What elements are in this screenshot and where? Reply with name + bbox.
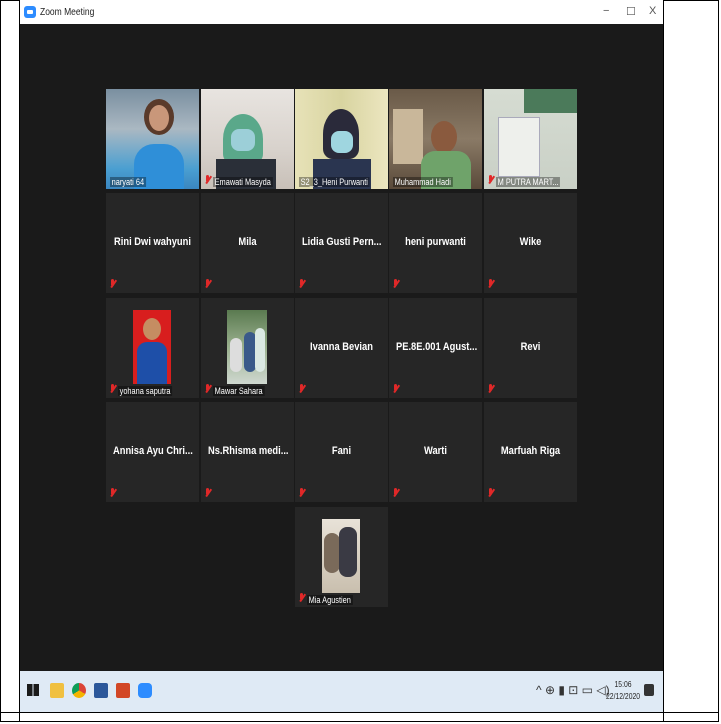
participant-tile[interactable]: Ivanna Bevian [295, 298, 388, 398]
participant-tile-video[interactable]: S2_3_Heni Purwanti [295, 89, 388, 189]
file-explorer-icon[interactable] [50, 683, 64, 698]
muted-mic-icon [110, 384, 116, 395]
window-title: Zoom Meeting [40, 6, 95, 18]
participant-tile-video[interactable]: Muhammad Hadi [389, 89, 482, 189]
participant-name: PE.8E.001 Agust... [395, 341, 478, 353]
muted-mic-icon [488, 384, 494, 395]
participant-name: Fani [331, 445, 352, 457]
muted-mic-icon [393, 488, 399, 499]
participant-name: M PUTRA MART... [496, 177, 561, 187]
clock[interactable]: 15:06 22/12/2020 [606, 679, 640, 703]
muted-mic-icon [110, 488, 116, 499]
system-tray-icons[interactable]: ^ ⊕ ▮ ⊡ ▭ ◁) [536, 683, 610, 697]
muted-mic-icon [205, 384, 211, 395]
frame-right-rule [663, 0, 664, 722]
participant-name: Ivanna Bevian [310, 341, 373, 353]
participant-name: naryati 64 [110, 177, 146, 187]
participant-name: heni purwanti [405, 236, 466, 248]
muted-mic-icon [299, 279, 305, 290]
participant-tile-video[interactable]: naryati 64 [106, 89, 199, 189]
minimize-button[interactable]: − [603, 5, 609, 17]
muted-mic-icon [488, 279, 494, 290]
participant-tile[interactable]: Mia Agustien [295, 507, 388, 607]
participant-tile[interactable]: Mila [201, 193, 294, 293]
participant-name: yohana saputra [118, 386, 173, 396]
muted-mic-icon [488, 175, 494, 186]
participant-tile[interactable]: Mawar Sahara [201, 298, 294, 398]
participant-name: Mia Agustien [307, 595, 353, 605]
muted-mic-icon [299, 384, 305, 395]
participant-name: Lidia Gusti Pern... [301, 236, 382, 248]
zoom-window: Zoom Meeting − ☐ X naryati 64 Emawati Ma… [20, 0, 663, 712]
muted-mic-icon [488, 488, 494, 499]
muted-mic-icon [393, 384, 399, 395]
muted-mic-icon [205, 488, 211, 499]
participant-tile[interactable]: Warti [389, 402, 482, 502]
participant-name: S2_3_Heni Purwanti [299, 177, 370, 187]
participant-tile[interactable]: heni purwanti [389, 193, 482, 293]
participant-tile[interactable]: Annisa Ayu Chri... [106, 402, 199, 502]
participant-tile[interactable]: Lidia Gusti Pern... [295, 193, 388, 293]
muted-mic-icon [299, 593, 305, 604]
muted-mic-icon [110, 279, 116, 290]
participant-name: Emawati Masyda [213, 177, 273, 187]
clock-date: 22/12/2020 [606, 692, 641, 701]
participant-tile-video[interactable]: M PUTRA MART... [484, 89, 577, 189]
participant-tile[interactable]: Revi [484, 298, 577, 398]
title-bar: Zoom Meeting − ☐ X [20, 0, 663, 24]
participant-tile[interactable]: Marfuah Riga [484, 402, 577, 502]
participant-tile[interactable]: PE.8E.001 Agust... [389, 298, 482, 398]
participant-name: Mawar Sahara [213, 386, 265, 396]
windows-taskbar: ^ ⊕ ▮ ⊡ ▭ ◁) 15:06 22/12/2020 [20, 671, 663, 712]
participant-name: Marfuah Riga [500, 445, 561, 457]
participant-tile-video[interactable]: Emawati Masyda [201, 89, 294, 189]
word-icon[interactable] [94, 683, 108, 698]
powerpoint-icon[interactable] [116, 683, 130, 698]
participant-tile[interactable]: Fani [295, 402, 388, 502]
muted-mic-icon [299, 488, 305, 499]
notification-icon[interactable] [644, 684, 654, 696]
participant-name: Wike [519, 236, 542, 248]
clock-time: 15:06 [614, 680, 632, 689]
participant-tile[interactable]: Rini Dwi wahyuni [106, 193, 199, 293]
participant-name: Revi [520, 341, 541, 353]
participant-name: Ns.Rhisma medi... [207, 445, 289, 457]
participant-name: Muhammad Hadi [393, 177, 453, 187]
chrome-icon[interactable] [72, 683, 86, 698]
participant-tile[interactable]: yohana saputra [106, 298, 199, 398]
close-button[interactable]: X [649, 5, 656, 17]
muted-mic-icon [205, 279, 211, 290]
muted-mic-icon [205, 175, 211, 186]
participant-name: Rini Dwi wahyuni [114, 236, 191, 248]
participant-tile[interactable]: Ns.Rhisma medi... [201, 402, 294, 502]
participant-name: Mila [238, 236, 257, 248]
windows-start-icon[interactable] [27, 684, 39, 696]
participant-name: Warti [423, 445, 448, 457]
zoom-icon[interactable] [138, 683, 152, 698]
participant-tile[interactable]: Wike [484, 193, 577, 293]
maximize-button[interactable]: ☐ [626, 5, 636, 18]
frame-bottom-rule [0, 712, 719, 713]
muted-mic-icon [393, 279, 399, 290]
zoom-app-icon [24, 6, 36, 18]
participant-name: Annisa Ayu Chri... [112, 445, 193, 457]
